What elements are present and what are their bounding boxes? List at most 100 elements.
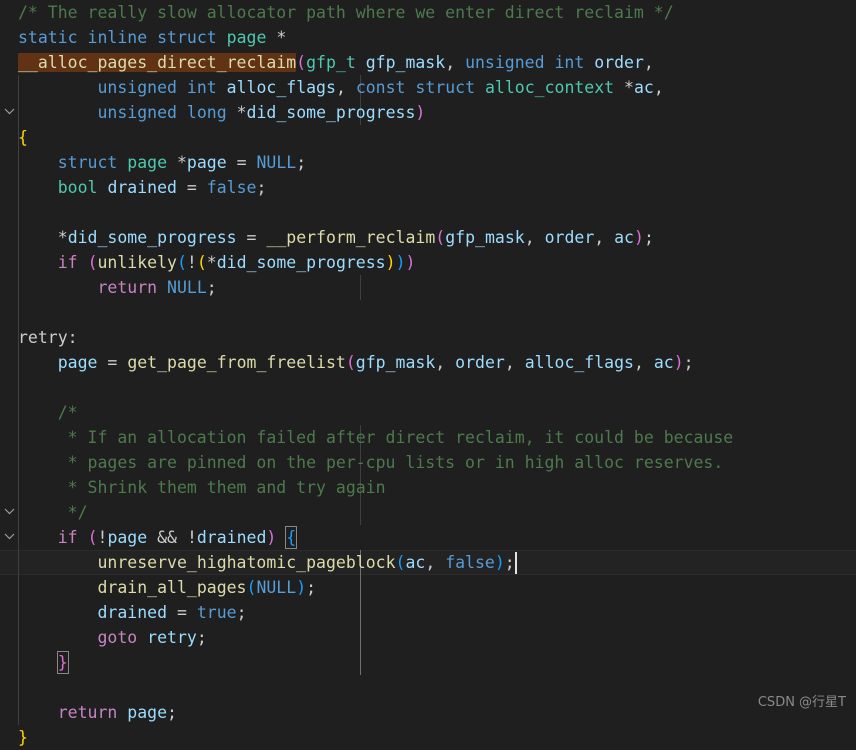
code-line[interactable]: goto retry; xyxy=(0,625,856,650)
code-line[interactable]: return page; xyxy=(0,700,856,725)
code-line[interactable]: static inline struct page * xyxy=(0,25,856,50)
code-token: drained xyxy=(107,178,177,197)
code-token: ; xyxy=(643,228,654,247)
code-token: ( xyxy=(196,253,207,272)
code-token: ac xyxy=(405,553,426,572)
code-content[interactable]: /* The really slow allocator path where … xyxy=(0,0,856,747)
code-line[interactable]: unsigned long *did_some_progress) xyxy=(0,100,856,125)
code-token: && xyxy=(147,528,187,547)
code-line[interactable]: if (unlikely(!(*did_some_progress))) xyxy=(0,250,856,275)
code-line[interactable]: * If an allocation failed after direct r… xyxy=(0,425,856,450)
code-token: ; xyxy=(167,703,177,722)
code-token: , xyxy=(504,353,525,372)
code-token: , xyxy=(425,553,446,572)
code-token: gfp_mask xyxy=(445,228,525,247)
code-token: , xyxy=(435,353,456,372)
code-token: NULL xyxy=(256,578,297,597)
code-token: unsigned xyxy=(97,103,177,122)
code-line[interactable]: * pages are pinned on the per-cpu lists … xyxy=(0,450,856,475)
code-line[interactable]: return NULL; xyxy=(0,275,856,300)
code-line[interactable]: { xyxy=(0,125,856,150)
code-line[interactable]: /* xyxy=(0,400,856,425)
code-editor[interactable]: /* The really slow allocator path where … xyxy=(0,0,856,747)
code-token: ( xyxy=(87,528,98,547)
code-token: , xyxy=(643,53,654,72)
code-token: , xyxy=(335,78,356,97)
code-token: order xyxy=(544,228,595,247)
code-token: ! xyxy=(97,528,108,547)
code-line[interactable] xyxy=(0,300,856,325)
code-line[interactable] xyxy=(0,200,856,225)
code-token: ac xyxy=(614,228,634,247)
code-token: = xyxy=(167,603,197,622)
code-line[interactable]: drained = true; xyxy=(0,600,856,625)
code-token: * xyxy=(276,28,287,47)
code-token: retry: xyxy=(18,328,78,347)
code-token: { xyxy=(285,526,298,549)
code-token: ) xyxy=(673,353,684,372)
code-token: drain_all_pages xyxy=(97,578,247,597)
code-line[interactable]: drain_all_pages(NULL); xyxy=(0,575,856,600)
code-token: ( xyxy=(435,228,446,247)
code-token: unreserve_highatomic_pageblock xyxy=(97,553,396,572)
code-line[interactable]: struct page *page = NULL; xyxy=(0,150,856,175)
code-token: ) xyxy=(494,553,505,572)
code-line[interactable]: /* The really slow allocator path where … xyxy=(0,0,856,25)
code-line[interactable] xyxy=(0,375,856,400)
code-token: ac xyxy=(633,78,654,97)
code-token: alloc_flags xyxy=(226,78,336,97)
code-line[interactable]: bool drained = false; xyxy=(0,175,856,200)
text-caret xyxy=(514,552,517,574)
code-token: ( xyxy=(395,553,406,572)
code-token: __alloc_pages_direct_reclaim xyxy=(18,53,297,72)
code-token: */ xyxy=(18,503,88,522)
code-token: ; xyxy=(196,628,207,647)
code-token: long xyxy=(186,103,227,122)
code-line[interactable]: unreserve_highatomic_pageblock(ac, false… xyxy=(0,550,856,575)
code-line[interactable]: * Shrink them them and try again xyxy=(0,475,856,500)
code-line[interactable]: } xyxy=(0,650,856,675)
code-token: struct xyxy=(57,153,118,172)
code-token: , xyxy=(524,228,545,247)
code-line[interactable] xyxy=(0,675,856,700)
code-token: * xyxy=(57,228,68,247)
code-token: get_page_from_freelist xyxy=(127,353,346,372)
code-token: * If an allocation failed after direct r… xyxy=(18,428,734,447)
code-token: ac xyxy=(653,353,674,372)
code-line[interactable]: retry: xyxy=(0,325,856,350)
code-token: ) xyxy=(405,253,416,272)
code-token: } xyxy=(18,728,28,747)
code-token: , xyxy=(653,78,664,97)
code-line[interactable]: } xyxy=(0,725,856,750)
code-token: , xyxy=(633,353,654,372)
code-token: ; xyxy=(504,553,515,572)
code-token: * xyxy=(176,153,187,172)
code-line[interactable]: __alloc_pages_direct_reclaim(gfp_t gfp_m… xyxy=(0,50,856,75)
code-token: = xyxy=(236,228,267,247)
code-line[interactable]: */ xyxy=(0,500,856,525)
code-line[interactable]: unsigned int alloc_flags, const struct a… xyxy=(0,75,856,100)
code-line[interactable]: page = get_page_from_freelist(gfp_mask, … xyxy=(0,350,856,375)
code-token: ( xyxy=(246,578,257,597)
code-token: drained xyxy=(97,603,168,622)
code-line[interactable]: *did_some_progress = __perform_reclaim(g… xyxy=(0,225,856,250)
code-line[interactable]: if (!page && !drained) { xyxy=(0,525,856,550)
code-token: ) xyxy=(266,528,277,547)
code-token: gfp_mask xyxy=(355,353,436,372)
code-token: struct xyxy=(415,78,476,97)
code-token: } xyxy=(56,651,69,674)
